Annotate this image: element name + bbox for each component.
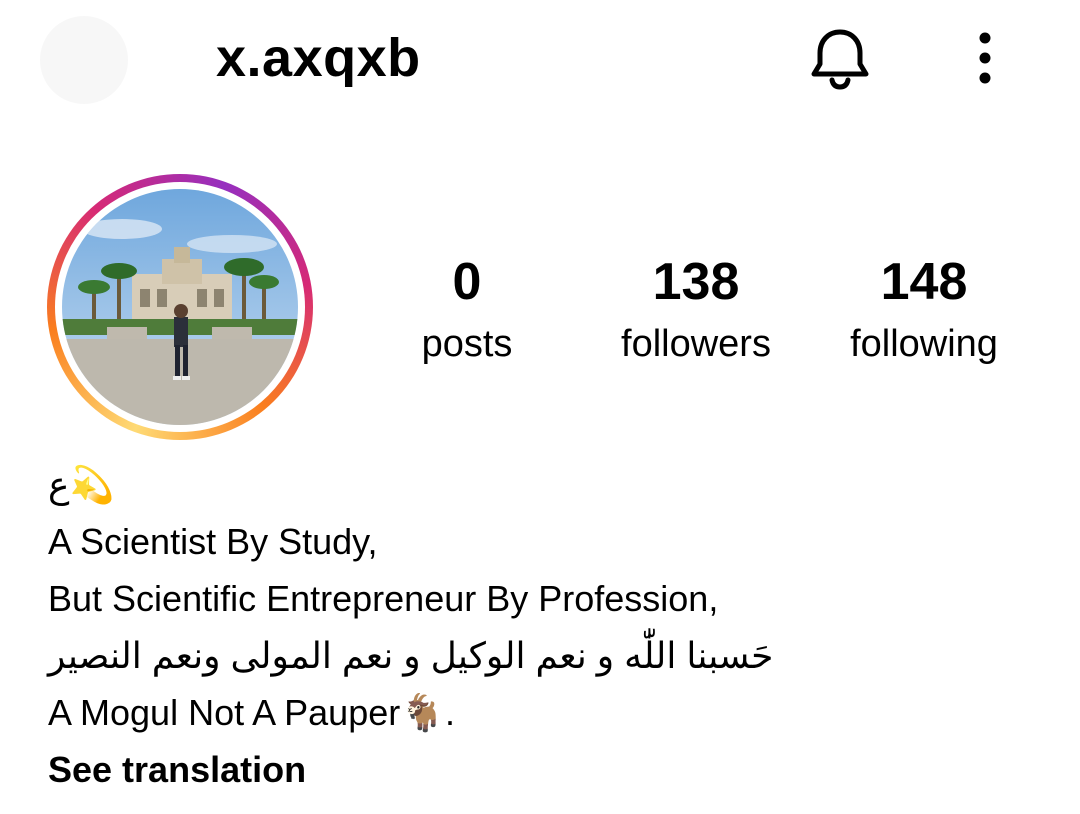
followers-count[interactable]: 138 followers bbox=[596, 250, 796, 374]
posts-count[interactable]: 0 posts bbox=[367, 250, 567, 374]
avatar-border bbox=[55, 182, 305, 432]
posts-value: 0 bbox=[452, 253, 482, 311]
profile-username[interactable]: x.axqxb bbox=[216, 26, 421, 90]
story-ring[interactable] bbox=[47, 174, 313, 440]
following-value: 148 bbox=[880, 253, 968, 311]
profile-bio: ع💫 A Scientist By Study, But Scientific … bbox=[48, 456, 1048, 798]
bio-line: A Scientist By Study, bbox=[48, 521, 378, 562]
followers-value: 138 bbox=[652, 253, 740, 311]
avatar[interactable] bbox=[62, 189, 298, 425]
see-translation-link[interactable]: See translation bbox=[48, 741, 1048, 798]
following-label: following bbox=[850, 323, 998, 365]
bio-line-arabic: حَسبنا اللّٰه و نعم الوكيل و نعم المولى … bbox=[48, 635, 774, 676]
posts-label: posts bbox=[421, 323, 513, 365]
more-vertical-icon[interactable] bbox=[960, 24, 1010, 92]
bio-line: But Scientific Entrepreneur By Professio… bbox=[48, 578, 719, 619]
top-bar: x.axqxb bbox=[0, 0, 1080, 120]
following-count[interactable]: 148 following bbox=[824, 250, 1024, 374]
bell-icon[interactable] bbox=[806, 24, 874, 92]
followers-label: followers bbox=[621, 323, 771, 365]
bio-line: A Mogul Not A Pauper🐐. bbox=[48, 692, 456, 733]
bio-line: ع💫 bbox=[48, 464, 115, 505]
back-button[interactable] bbox=[40, 16, 128, 104]
